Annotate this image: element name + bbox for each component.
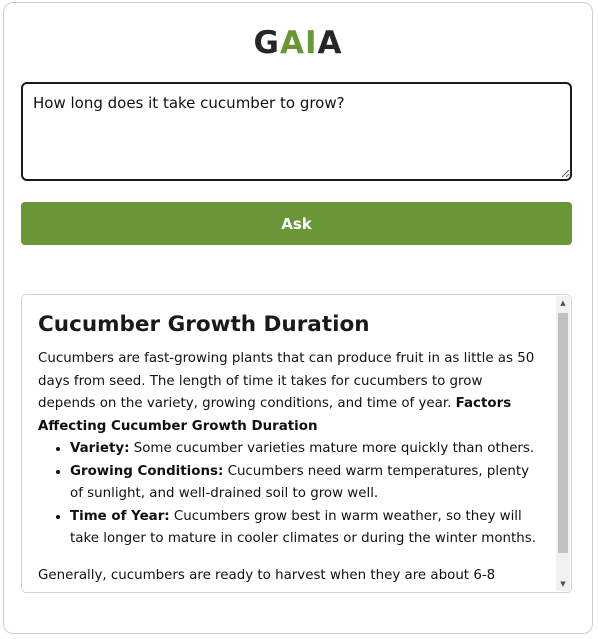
logo-letter-a-end: A — [317, 25, 343, 61]
factors-list: Variety: Some cucumber varieties mature … — [38, 438, 540, 551]
answer-conclusion: Generally, cucumbers are ready to harves… — [38, 567, 496, 583]
factor-term: Growing Conditions: — [70, 463, 224, 479]
ask-button[interactable]: Ask — [21, 202, 572, 245]
answer-content: Cucumber Growth Duration Cucumbers are f… — [38, 311, 540, 587]
factor-term: Variety: — [70, 441, 130, 456]
logo-letter-i: I — [304, 25, 318, 61]
logo: GAIA — [4, 25, 592, 61]
logo-letter-g: G — [253, 25, 280, 61]
factor-text: Some cucumber varieties mature more quic… — [133, 441, 535, 456]
factor-term: Time of Year: — [70, 508, 170, 524]
answer-scrollbar[interactable]: ▲ ▼ — [556, 296, 570, 591]
list-item: Growing Conditions: Cucumbers need warm … — [70, 461, 540, 506]
logo-letter-a: A — [279, 25, 305, 61]
answer-intro: Cucumbers are fast-growing plants that c… — [38, 348, 540, 438]
question-input[interactable]: How long does it take cucumber to grow? — [21, 82, 572, 181]
scroll-down-arrow-icon[interactable]: ▼ — [556, 577, 570, 591]
list-item: Variety: Some cucumber varieties mature … — [70, 438, 540, 461]
scroll-thumb[interactable] — [558, 313, 568, 553]
list-item: Time of Year: Cucumbers grow best in war… — [70, 506, 540, 551]
scroll-up-arrow-icon[interactable]: ▲ — [556, 296, 570, 310]
resize-grip-icon[interactable] — [560, 168, 570, 178]
answer-panel[interactable]: Cucumber Growth Duration Cucumbers are f… — [21, 294, 572, 593]
answer-title: Cucumber Growth Duration — [38, 312, 370, 337]
